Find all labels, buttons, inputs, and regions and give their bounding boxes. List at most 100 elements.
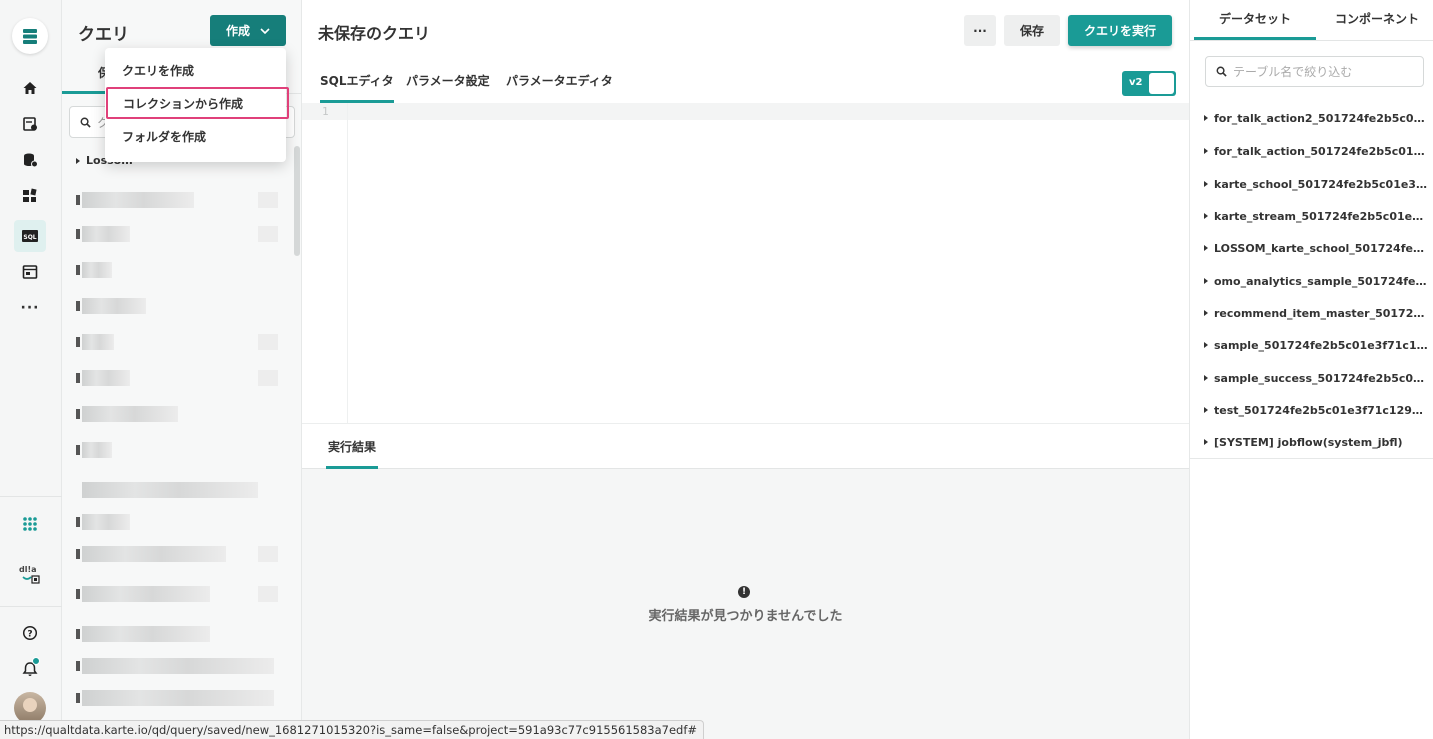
svg-text:SQL: SQL xyxy=(23,234,36,241)
tab-parameter-editor[interactable]: パラメータエディタ xyxy=(506,72,613,103)
help-icon[interactable]: ? xyxy=(14,617,46,649)
redacted-row[interactable] xyxy=(76,546,226,562)
redacted-row[interactable] xyxy=(76,370,130,386)
dataset-name: sample_success_501724fe2b5c01e3f71c12944… xyxy=(1214,371,1428,385)
caret-right-icon xyxy=(1204,375,1208,381)
dataset-name: omo_analytics_sample_501724fe2b5c01e3f71… xyxy=(1214,274,1428,288)
dataset-item[interactable]: test_501724fe2b5c01e3f71c12944b xyxy=(1204,394,1428,426)
dataset-item[interactable]: recommend_item_master_501724fe2b5c01e3f7… xyxy=(1204,297,1428,329)
dataset-item[interactable]: karte_school_501724fe2b5c01e3f71c12944b xyxy=(1204,168,1428,200)
caret-right-icon xyxy=(1204,148,1208,154)
dataset-name: recommend_item_master_501724fe2b5c01e3f7… xyxy=(1214,306,1428,320)
caret-right-icon xyxy=(1204,407,1208,413)
caret-right-icon xyxy=(1204,181,1208,187)
svg-text:?: ? xyxy=(27,629,32,639)
dataset-item[interactable]: karte_stream_501724fe2b5c01e3f71c12944b xyxy=(1204,200,1428,232)
dataset-item[interactable]: for_talk_action2_501724fe2b5c01e3f71c129… xyxy=(1204,102,1428,134)
query-list-scrollbar[interactable] xyxy=(294,146,300,256)
redacted-row[interactable] xyxy=(76,514,130,530)
dataset-item[interactable]: LOSSOM_karte_school_501724fe2b5c01e3f71c… xyxy=(1204,232,1428,264)
report-icon[interactable] xyxy=(14,256,46,288)
editor-tabs: SQLエディタ パラメータ設定 パラメータエディタ xyxy=(302,64,1189,104)
widgets-icon[interactable] xyxy=(14,180,46,212)
svg-text:dl!a: dl!a xyxy=(19,565,37,574)
chevron-down-icon xyxy=(260,27,270,34)
redacted-row[interactable] xyxy=(76,226,130,242)
logo-icon[interactable] xyxy=(12,18,48,54)
caret-right-icon xyxy=(1204,342,1208,348)
search-icon xyxy=(80,117,91,128)
caret-right-icon xyxy=(1204,310,1208,316)
redacted-row[interactable] xyxy=(76,406,178,422)
dashboard-icon[interactable] xyxy=(14,108,46,140)
run-query-button[interactable]: クエリを実行 xyxy=(1068,15,1172,46)
redacted-row[interactable] xyxy=(76,298,146,314)
menu-item-create-query[interactable]: クエリを作成 xyxy=(105,54,286,86)
info-icon: ! xyxy=(738,586,750,598)
active-line xyxy=(302,103,1189,120)
version-toggle[interactable]: v2 xyxy=(1122,71,1176,96)
status-bar-url: https://qualtdata.karte.io/qd/query/save… xyxy=(0,720,705,739)
dataset-item[interactable]: sample_501724fe2b5c01e3f71c12944b xyxy=(1204,329,1428,361)
menu-item-create-folder[interactable]: フォルダを作成 xyxy=(105,120,286,152)
nav-rail: SQL ··· dl!a ? xyxy=(0,0,62,739)
tab-sql-editor[interactable]: SQLエディタ xyxy=(320,72,394,103)
caret-right-icon xyxy=(76,157,80,164)
save-button[interactable]: 保存 xyxy=(1004,15,1060,46)
notification-dot xyxy=(32,657,40,665)
caret-right-icon xyxy=(1204,115,1208,121)
caret-right-icon xyxy=(1204,245,1208,251)
dataset-item[interactable]: [SYSTEM] jobflow(system_jbfl) xyxy=(1204,426,1428,458)
redacted-row[interactable] xyxy=(76,586,210,602)
tab-components[interactable]: コンポーネント xyxy=(1316,0,1433,40)
karte-brand-icon[interactable]: dl!a xyxy=(14,558,46,590)
redacted-row[interactable] xyxy=(76,334,114,350)
results-header: 実行結果 xyxy=(302,423,1189,469)
redacted-row[interactable] xyxy=(76,482,258,498)
dataset-name: karte_school_501724fe2b5c01e3f71c12944b xyxy=(1214,177,1428,191)
sql-icon[interactable]: SQL xyxy=(14,220,46,252)
create-button-label: 作成 xyxy=(225,24,250,38)
dataset-name: for_talk_action_501724fe2b5c01e3f71c1294… xyxy=(1214,144,1428,158)
line-number: 1 xyxy=(322,105,329,118)
apps-grid-icon[interactable] xyxy=(14,508,46,540)
tab-results[interactable]: 実行結果 xyxy=(326,438,379,469)
dataset-item[interactable]: for_talk_action_501724fe2b5c01e3f71c1294… xyxy=(1204,135,1428,167)
redacted-row[interactable] xyxy=(76,442,112,458)
search-icon xyxy=(1216,66,1227,77)
caret-right-icon xyxy=(1204,439,1208,445)
redacted-row[interactable] xyxy=(76,690,274,706)
dataset-item[interactable]: omo_analytics_sample_501724fe2b5c01e3f71… xyxy=(1204,265,1428,297)
dataset-panel: データセット コンポーネント テーブル名で絞り込む for_talk_actio… xyxy=(1189,0,1433,739)
redacted-row[interactable] xyxy=(76,658,274,674)
caret-right-icon xyxy=(1204,278,1208,284)
dataset-name: [SYSTEM] jobflow(system_jbfl) xyxy=(1214,435,1403,449)
redacted-row[interactable] xyxy=(76,626,210,642)
tab-datasets[interactable]: データセット xyxy=(1194,0,1316,40)
dataset-name: karte_stream_501724fe2b5c01e3f71c12944b xyxy=(1214,209,1428,223)
dataset-name: test_501724fe2b5c01e3f71c12944b xyxy=(1214,403,1428,417)
editor-gutter xyxy=(302,103,348,423)
database-icon[interactable] xyxy=(14,144,46,176)
create-menu: クエリを作成 コレクションから作成 フォルダを作成 xyxy=(105,48,289,162)
dataset-item[interactable]: sample_success_501724fe2b5c01e3f71c12944… xyxy=(1204,362,1428,394)
caret-right-icon xyxy=(1204,213,1208,219)
table-filter-input[interactable]: テーブル名で絞り込む xyxy=(1205,56,1424,87)
more-actions-button[interactable]: ··· xyxy=(964,15,996,46)
results-body: ! 実行結果が見つかりませんでした xyxy=(302,469,1189,739)
home-icon[interactable] xyxy=(14,72,46,104)
bell-icon[interactable] xyxy=(14,653,46,685)
more-icon[interactable]: ··· xyxy=(14,292,46,324)
create-button[interactable]: 作成 xyxy=(210,15,286,46)
menu-item-create-from-collection[interactable]: コレクションから作成 xyxy=(106,87,289,119)
sql-editor[interactable]: 1 xyxy=(302,103,1189,423)
dataset-name: sample_501724fe2b5c01e3f71c12944b xyxy=(1214,338,1428,352)
tab-parameter-settings[interactable]: パラメータ設定 xyxy=(406,72,490,103)
panel-title: クエリ xyxy=(78,25,129,45)
query-title[interactable]: 未保存のクエリ xyxy=(318,20,430,44)
redacted-row[interactable] xyxy=(76,262,112,278)
table-filter-placeholder: テーブル名で絞り込む xyxy=(1233,65,1353,79)
toggle-knob xyxy=(1149,73,1174,94)
version-label: v2 xyxy=(1129,77,1143,88)
redacted-row[interactable] xyxy=(76,192,194,208)
